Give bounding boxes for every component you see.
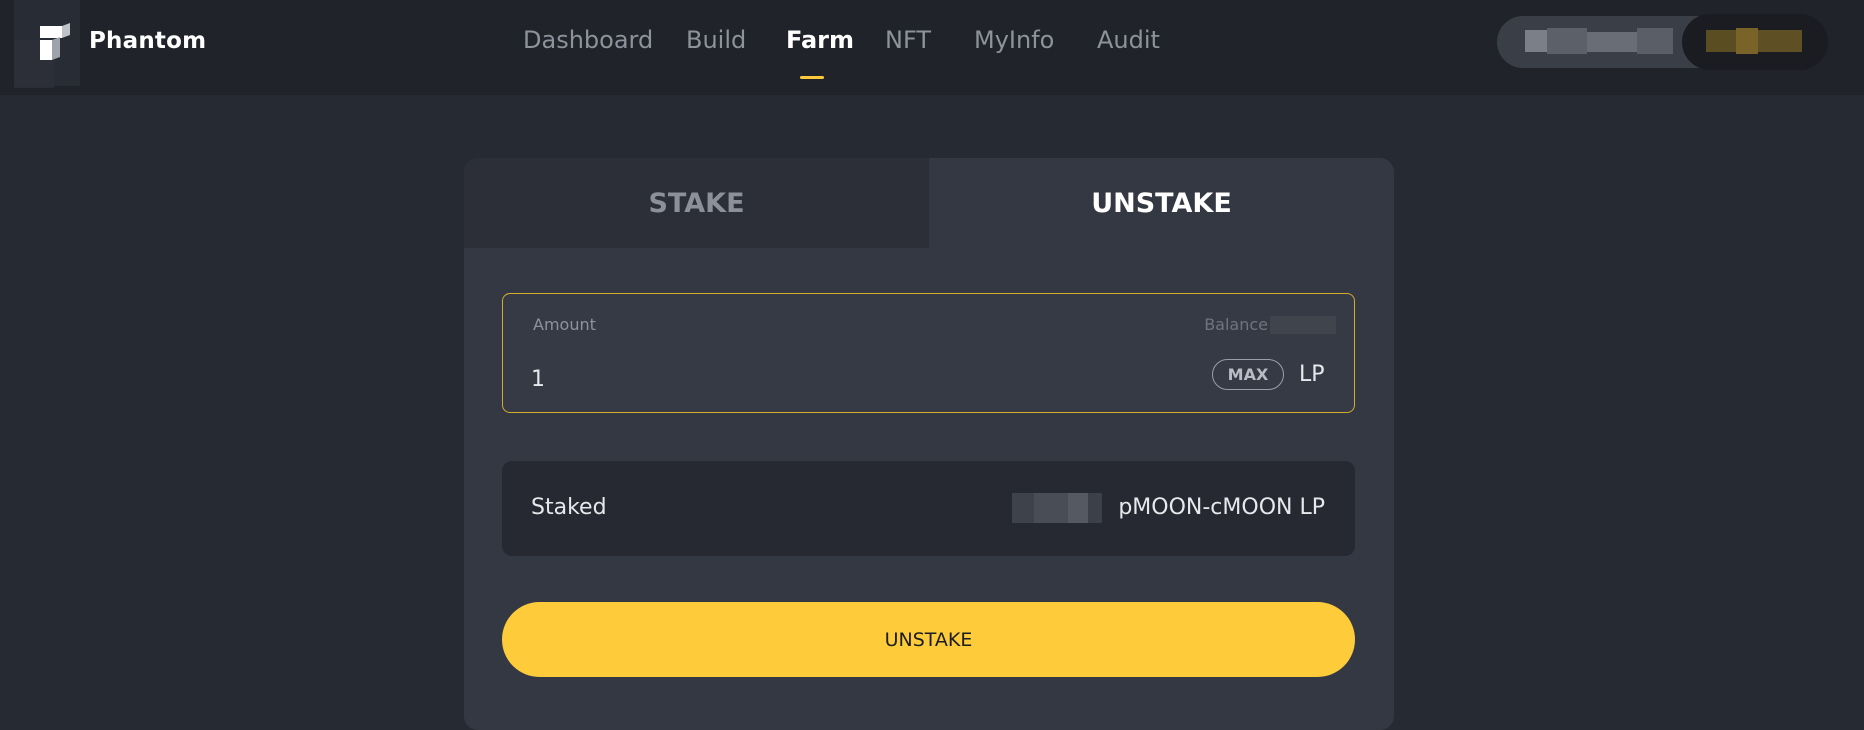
nav-build[interactable]: Build bbox=[686, 26, 746, 54]
staking-card: STAKE UNSTAKE Amount Balance MAX LP Stak… bbox=[464, 158, 1394, 730]
redacted-balance bbox=[1706, 30, 1736, 52]
staked-label: Staked bbox=[531, 495, 607, 520]
nav-farm[interactable]: Farm bbox=[786, 26, 854, 54]
tab-stake[interactable]: STAKE bbox=[464, 158, 929, 248]
redacted-staked-amount bbox=[1012, 493, 1034, 523]
staked-info: Staked pMOON-cMOON LP bbox=[502, 461, 1355, 556]
tab-unstake[interactable]: UNSTAKE bbox=[929, 158, 1394, 248]
redacted-address bbox=[1547, 28, 1587, 54]
max-button[interactable]: MAX bbox=[1212, 359, 1284, 390]
stake-tabs: STAKE UNSTAKE bbox=[464, 158, 1394, 248]
redacted-staked-amount bbox=[1034, 493, 1068, 523]
redacted-balance bbox=[1270, 316, 1336, 334]
redacted-address bbox=[1525, 30, 1547, 52]
redacted-balance bbox=[1758, 30, 1802, 52]
staked-value: pMOON-cMOON LP bbox=[1118, 495, 1325, 520]
balance-label: Balance bbox=[1204, 315, 1268, 334]
unstake-button[interactable]: UNSTAKE bbox=[502, 602, 1355, 677]
redacted-staked-amount bbox=[1088, 493, 1102, 523]
redacted-balance bbox=[1736, 28, 1758, 54]
nav-audit[interactable]: Audit bbox=[1097, 26, 1160, 54]
amount-unit: LP bbox=[1299, 362, 1325, 387]
nav-dashboard[interactable]: Dashboard bbox=[523, 26, 653, 54]
redacted-address bbox=[1587, 32, 1637, 52]
amount-input[interactable] bbox=[531, 362, 1031, 396]
amount-field-box: Amount Balance MAX LP bbox=[502, 293, 1355, 413]
top-navbar: Phantom Dashboard Build Farm NFT MyInfo … bbox=[0, 0, 1864, 95]
active-nav-indicator bbox=[800, 76, 824, 79]
amount-label: Amount bbox=[533, 315, 596, 334]
redacted-address bbox=[1637, 28, 1673, 54]
redacted-staked-amount bbox=[1068, 493, 1088, 523]
wallet-balance-button[interactable] bbox=[1682, 14, 1828, 70]
nav-nft[interactable]: NFT bbox=[885, 26, 931, 54]
nav-myinfo[interactable]: MyInfo bbox=[974, 26, 1054, 54]
